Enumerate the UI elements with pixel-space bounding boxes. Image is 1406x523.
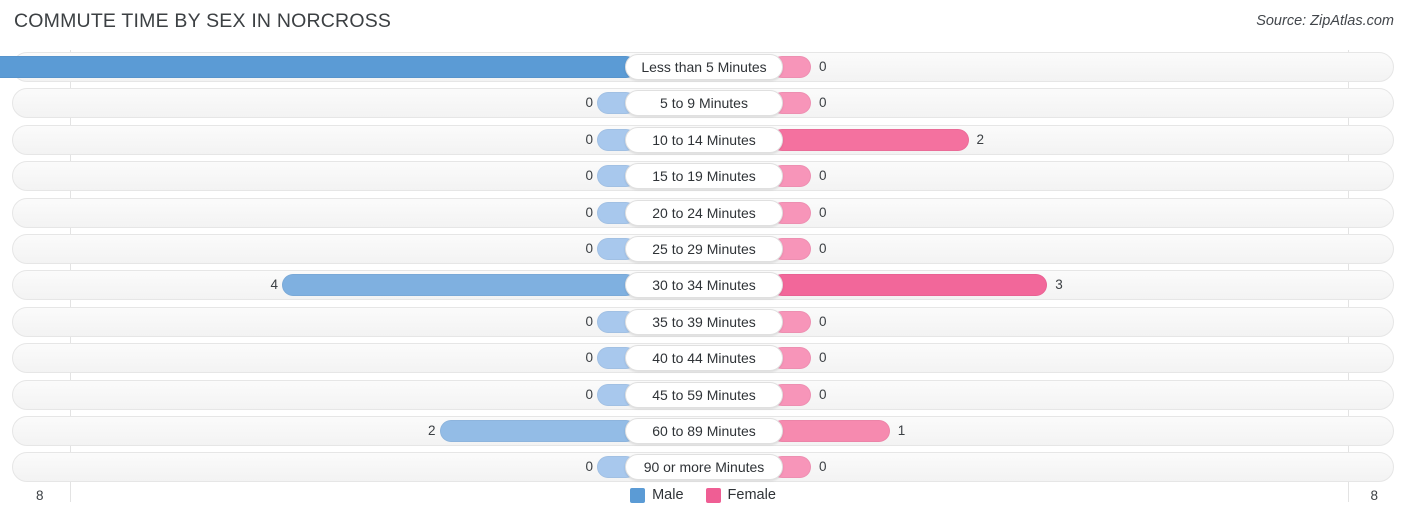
chart-legend: Male Female: [0, 487, 1406, 503]
category-label: 15 to 19 Minutes: [625, 163, 783, 190]
bar-value-male: 0: [585, 459, 593, 475]
table-row[interactable]: 0 0 40 to 44 Minutes: [12, 343, 1395, 374]
row-inner: 0 0 15 to 19 Minutes: [13, 162, 1395, 190]
row-inner: 0 0 90 or more Minutes: [13, 453, 1395, 481]
row-inner: 2 1 60 to 89 Minutes: [13, 417, 1395, 445]
bar-value-female: 0: [819, 241, 827, 256]
table-row[interactable]: 2 1 60 to 89 Minutes: [12, 416, 1394, 446]
bar-value-female: 0: [819, 95, 827, 111]
bar-value-female: 0: [819, 168, 827, 184]
table-row[interactable]: 0 0 90 or more Minutes: [12, 452, 1395, 483]
bar-male[interactable]: [282, 274, 637, 297]
bar-value-female: 0: [819, 459, 827, 475]
bar-value-female: 0: [819, 386, 827, 402]
bar-value-female: 0: [819, 204, 827, 220]
bar-value-female: 0: [819, 313, 827, 329]
row-inner: 0 0 40 to 44 Minutes: [13, 344, 1395, 372]
category-label: Less than 5 Minutes: [625, 54, 783, 80]
row-inner: 0 0 25 to 29 Minutes: [13, 235, 1395, 263]
legend-item-female[interactable]: Female: [705, 487, 776, 503]
table-row[interactable]: 0 0 5 to 9 Minutes: [12, 88, 1395, 119]
bar-value-male: 4: [270, 277, 278, 293]
category-label: 40 to 44 Minutes: [625, 345, 783, 372]
bar-female[interactable]: [771, 420, 890, 442]
page-title: COMMUTE TIME BY SEX IN NORCROSS: [14, 10, 392, 32]
bar-value-male: 0: [585, 204, 593, 220]
bar-value-male: 0: [585, 131, 593, 147]
table-row[interactable]: 0 0 15 to 19 Minutes: [12, 161, 1395, 192]
row-inner: 0 0 35 to 39 Minutes: [13, 308, 1395, 336]
bar-value-male: 0: [585, 168, 593, 184]
bar-male[interactable]: [0, 56, 637, 78]
table-row[interactable]: 80Less than 5 Minutes: [0, 52, 1395, 82]
bar-value-male: 0: [585, 313, 593, 329]
row-inner: 0 0 20 to 24 Minutes: [13, 199, 1395, 227]
bar-value-female: 1: [897, 423, 906, 438]
source-attribution: Source: ZipAtlas.com: [1256, 13, 1394, 29]
bar-value-male: 0: [585, 350, 593, 366]
row-inner: 0 0 5 to 9 Minutes: [13, 89, 1395, 117]
legend-item-male[interactable]: Male: [630, 487, 684, 503]
legend-label-female: Female: [727, 487, 776, 503]
category-label: 90 or more Minutes: [625, 454, 783, 481]
table-row[interactable]: 0 2 10 to 14 Minutes: [12, 124, 1395, 155]
category-label: 35 to 39 Minutes: [625, 308, 783, 335]
bar-female[interactable]: [771, 128, 969, 151]
bar-value-male: 0: [585, 241, 593, 256]
table-row[interactable]: 0 0 25 to 29 Minutes: [12, 234, 1394, 264]
bar-value-female: 0: [819, 59, 827, 74]
bar-value-female: 2: [976, 131, 985, 147]
category-label: 45 to 59 Minutes: [625, 381, 783, 408]
bar-value-male: 0: [585, 95, 593, 111]
legend-swatch-male-icon: [630, 487, 646, 503]
legend-swatch-female-icon: [705, 487, 721, 503]
category-label: 60 to 89 Minutes: [625, 418, 783, 444]
bar-female[interactable]: [771, 274, 1048, 297]
row-inner: 80Less than 5 Minutes: [0, 53, 1395, 81]
row-inner: 0 0 45 to 59 Minutes: [13, 381, 1395, 409]
bar-value-male: 2: [427, 423, 436, 438]
table-row[interactable]: 0 0 35 to 39 Minutes: [12, 306, 1395, 337]
bar-value-male: 0: [585, 386, 593, 402]
chart-plot-area: 80Less than 5 Minutes005 to 9 Minutes021…: [0, 50, 1395, 502]
legend-label-male: Male: [652, 487, 684, 503]
chart-header: COMMUTE TIME BY SEX IN NORCROSS Source: …: [0, 0, 1406, 44]
table-row[interactable]: 0 0 20 to 24 Minutes: [12, 197, 1395, 228]
category-label: 5 to 9 Minutes: [625, 90, 783, 117]
bar-value-female: 3: [1055, 277, 1063, 293]
row-inner: 4 3 30 to 34 Minutes: [13, 271, 1395, 299]
table-row[interactable]: 4 3 30 to 34 Minutes: [12, 270, 1395, 301]
category-label: 25 to 29 Minutes: [625, 236, 783, 262]
table-row[interactable]: 0 0 45 to 59 Minutes: [12, 379, 1395, 410]
bar-value-female: 0: [819, 350, 827, 366]
category-label: 20 to 24 Minutes: [625, 199, 783, 226]
category-label: 10 to 14 Minutes: [625, 126, 783, 153]
row-inner: 0 2 10 to 14 Minutes: [13, 126, 1395, 154]
category-label: 30 to 34 Minutes: [625, 272, 783, 299]
bar-male[interactable]: [439, 420, 637, 442]
